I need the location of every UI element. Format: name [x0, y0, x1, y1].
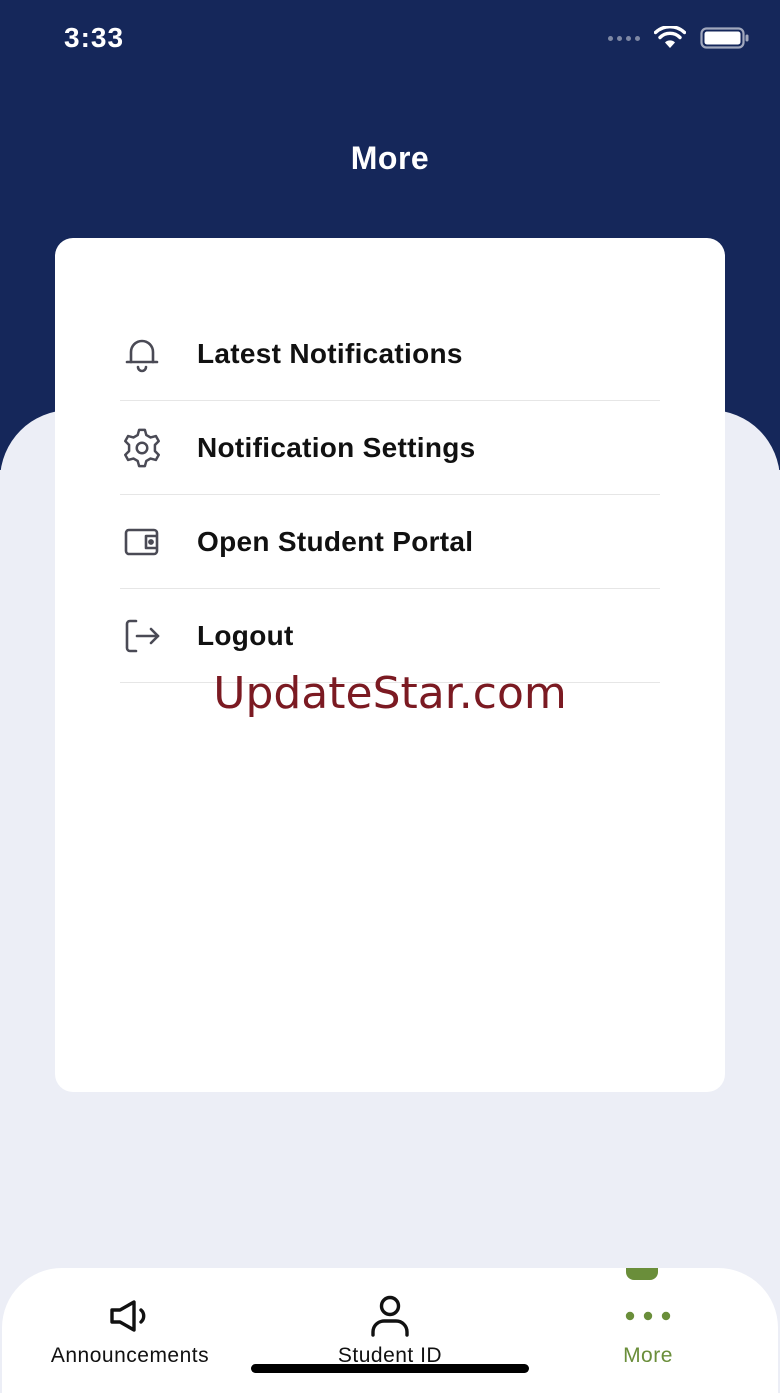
wallet-icon [120, 520, 164, 564]
watermark-text: UpdateStar.com [213, 668, 567, 719]
tab-bar: Announcements Student ID More [2, 1268, 778, 1393]
active-tab-indicator [626, 1268, 658, 1280]
tab-label: Announcements [50, 1344, 210, 1367]
tab-more[interactable]: More [548, 1268, 748, 1368]
menu-item-label: Notification Settings [197, 431, 476, 463]
menu-item-latest-notifications[interactable]: Latest Notifications [120, 307, 660, 401]
bell-icon [120, 332, 164, 376]
menu-card: Latest Notifications Notification Settin… [55, 238, 725, 1092]
logout-icon [120, 614, 164, 658]
tab-label: More [623, 1344, 673, 1367]
menu-item-label: Latest Notifications [197, 337, 463, 369]
page-title: More [350, 140, 430, 176]
menu-item-label: Open Student Portal [197, 525, 474, 557]
tab-announcements[interactable]: Announcements [30, 1268, 230, 1368]
more-dots-icon [624, 1294, 672, 1338]
gear-icon [120, 426, 164, 470]
menu-item-label: Logout [197, 619, 294, 651]
tab-student-id[interactable]: Student ID [290, 1268, 490, 1368]
menu-list: Latest Notifications Notification Settin… [120, 307, 660, 683]
menu-item-open-student-portal[interactable]: Open Student Portal [120, 495, 660, 589]
home-indicator[interactable] [251, 1364, 529, 1373]
cellular-signal-icon [608, 35, 640, 41]
person-icon [367, 1294, 413, 1338]
battery-icon [700, 27, 749, 49]
status-icons [608, 26, 750, 50]
menu-item-notification-settings[interactable]: Notification Settings [120, 401, 660, 495]
status-time: 3:33 [64, 22, 125, 53]
wifi-icon [654, 26, 686, 48]
status-bar: 3:33 [0, 0, 780, 80]
megaphone-icon [108, 1294, 152, 1338]
